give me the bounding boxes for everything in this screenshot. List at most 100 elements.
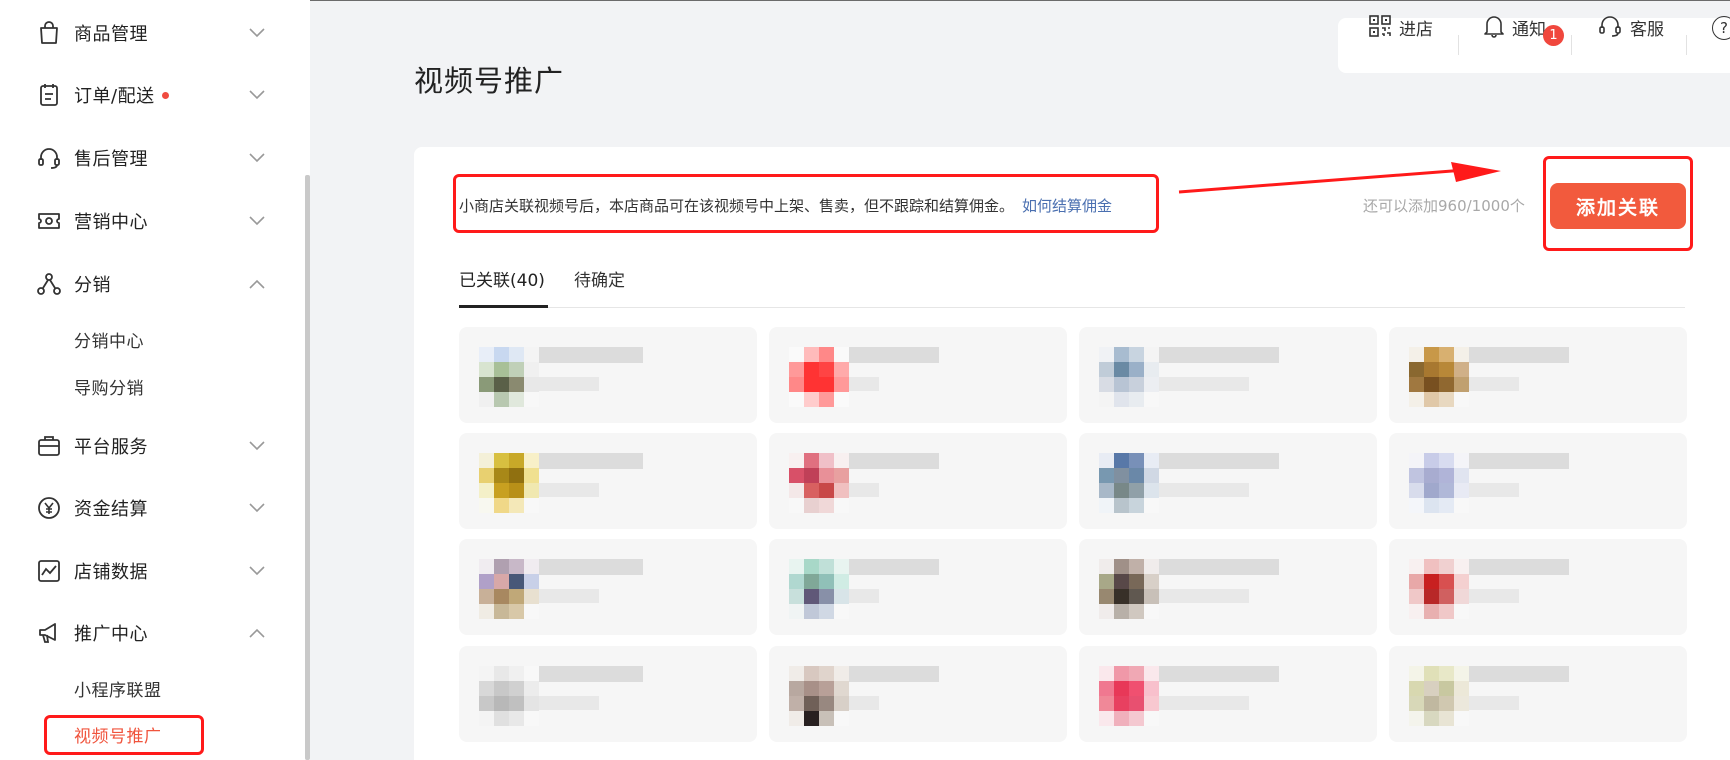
channel-avatar [1409, 453, 1469, 513]
sidebar-item-promotion-center[interactable]: 推广中心 [0, 613, 300, 653]
chevron-down-icon [246, 560, 268, 582]
sidebar-subitem-distribution-center[interactable]: 分销中心 [74, 327, 144, 352]
channel-card[interactable] [769, 433, 1067, 529]
sidebar-item-orders[interactable]: 订单/配送 [0, 75, 300, 115]
tab-associated[interactable]: 已关联(40) [459, 266, 545, 291]
annotation-box-active-menu [44, 715, 204, 755]
bell-icon [1484, 14, 1504, 42]
sidebar-item-distribution[interactable]: 分销 [0, 264, 300, 304]
channel-name-blurred [1159, 559, 1279, 575]
channel-avatar [789, 559, 849, 619]
channel-meta-blurred [539, 377, 599, 391]
channel-card[interactable] [1389, 539, 1687, 635]
sidebar-subitem-mini-program-alliance[interactable]: 小程序联盟 [74, 676, 162, 701]
channel-card[interactable] [1079, 327, 1377, 423]
channel-avatar [1099, 559, 1159, 619]
sidebar-scrollbar[interactable] [305, 175, 310, 760]
channel-card[interactable] [459, 327, 757, 423]
megaphone-icon [36, 620, 62, 646]
chevron-up-icon [246, 273, 268, 295]
sidebar-item-label: 商品管理 [74, 24, 148, 45]
channel-card[interactable] [1389, 646, 1687, 742]
toolbar-divider [1571, 35, 1572, 55]
channel-card[interactable] [1079, 539, 1377, 635]
channel-card[interactable] [459, 646, 757, 742]
channel-avatar [479, 666, 539, 726]
share-nodes-icon [36, 271, 62, 297]
enter-store-button[interactable]: 进店 [1369, 0, 1433, 55]
channel-meta-blurred [1469, 589, 1519, 603]
channel-meta-blurred [539, 589, 599, 603]
toolbar-divider [1686, 35, 1687, 55]
channel-card[interactable] [1079, 433, 1377, 529]
sidebar-subitem-guide-distribution[interactable]: 导购分销 [74, 374, 144, 399]
channel-meta-blurred [1469, 377, 1519, 391]
sidebar-item-marketing[interactable]: 营销中心 [0, 201, 300, 241]
sidebar-item-store-data[interactable]: 店铺数据 [0, 551, 300, 591]
channel-meta-blurred [849, 377, 879, 391]
channel-card[interactable] [1079, 646, 1377, 742]
channel-card[interactable] [769, 539, 1067, 635]
channel-avatar [479, 453, 539, 513]
headset-icon [1598, 14, 1622, 42]
sidebar-item-settlement[interactable]: 资金结算 [0, 488, 300, 528]
channel-meta-blurred [1159, 589, 1249, 603]
chevron-down-icon [246, 22, 268, 44]
tab-divider [459, 307, 1685, 308]
sidebar-item-label: 资金结算 [74, 499, 148, 520]
channel-card[interactable] [459, 539, 757, 635]
sidebar-item-label: 分销 [74, 275, 111, 296]
channel-meta-blurred [1469, 696, 1519, 710]
channel-meta-blurred [1159, 696, 1249, 710]
chart-frame-icon [36, 558, 62, 584]
channel-name-blurred [849, 666, 939, 682]
channel-name-blurred [1159, 666, 1279, 682]
customer-service-label: 客服 [1630, 20, 1664, 40]
channel-avatar [1099, 347, 1159, 407]
sidebar-item-label: 店铺数据 [74, 562, 148, 583]
channel-card[interactable] [769, 646, 1067, 742]
channel-meta-blurred [1469, 483, 1519, 497]
channel-card[interactable] [1389, 327, 1687, 423]
channel-meta-blurred [849, 696, 879, 710]
channel-card[interactable] [1389, 433, 1687, 529]
channel-card[interactable] [769, 327, 1067, 423]
channel-meta-blurred [1159, 377, 1249, 391]
channel-name-blurred [849, 453, 939, 469]
channel-name-blurred [1469, 453, 1569, 469]
sidebar-item-label: 平台服务 [74, 437, 148, 458]
enter-store-label: 进店 [1399, 20, 1433, 40]
annotation-box-add-button [1543, 156, 1693, 251]
channel-avatar [1099, 453, 1159, 513]
customer-service-button[interactable]: 客服 [1598, 0, 1664, 55]
channel-card[interactable] [459, 433, 757, 529]
channel-avatar [1409, 559, 1469, 619]
help-button[interactable]: ? [1712, 0, 1730, 55]
sidebar: 商品管理 订单/配送 售后管理 营销中心 分销 分销中心 导购分销 平台服务 资… [0, 0, 310, 760]
channel-name-blurred [1469, 666, 1569, 682]
chevron-down-icon [246, 147, 268, 169]
channel-avatar [789, 453, 849, 513]
channel-avatar [479, 347, 539, 407]
page-title: 视频号推广 [414, 64, 565, 98]
channel-avatar [1099, 666, 1159, 726]
sidebar-item-products[interactable]: 商品管理 [0, 13, 300, 53]
quota-text: 还可以添加960/1000个 [1363, 197, 1525, 215]
channel-name-blurred [539, 666, 643, 682]
channel-meta-blurred [539, 696, 599, 710]
headset-icon [36, 145, 62, 171]
active-tab-indicator [459, 305, 548, 308]
annotation-arrow [1178, 162, 1501, 194]
ticket-icon [36, 208, 62, 234]
notification-button[interactable]: 通知 [1484, 0, 1546, 55]
sidebar-item-platform-services[interactable]: 平台服务 [0, 426, 300, 466]
help-circle-icon: ? [1712, 15, 1730, 40]
channel-name-blurred [1469, 559, 1569, 575]
tab-pending[interactable]: 待确定 [574, 266, 625, 291]
briefcase-icon [36, 433, 62, 459]
channel-meta-blurred [849, 589, 879, 603]
sidebar-item-label: 营销中心 [74, 212, 148, 233]
sidebar-item-label: 售后管理 [74, 149, 148, 170]
sidebar-item-label: 推广中心 [74, 624, 148, 645]
sidebar-item-after-sales[interactable]: 售后管理 [0, 138, 300, 178]
